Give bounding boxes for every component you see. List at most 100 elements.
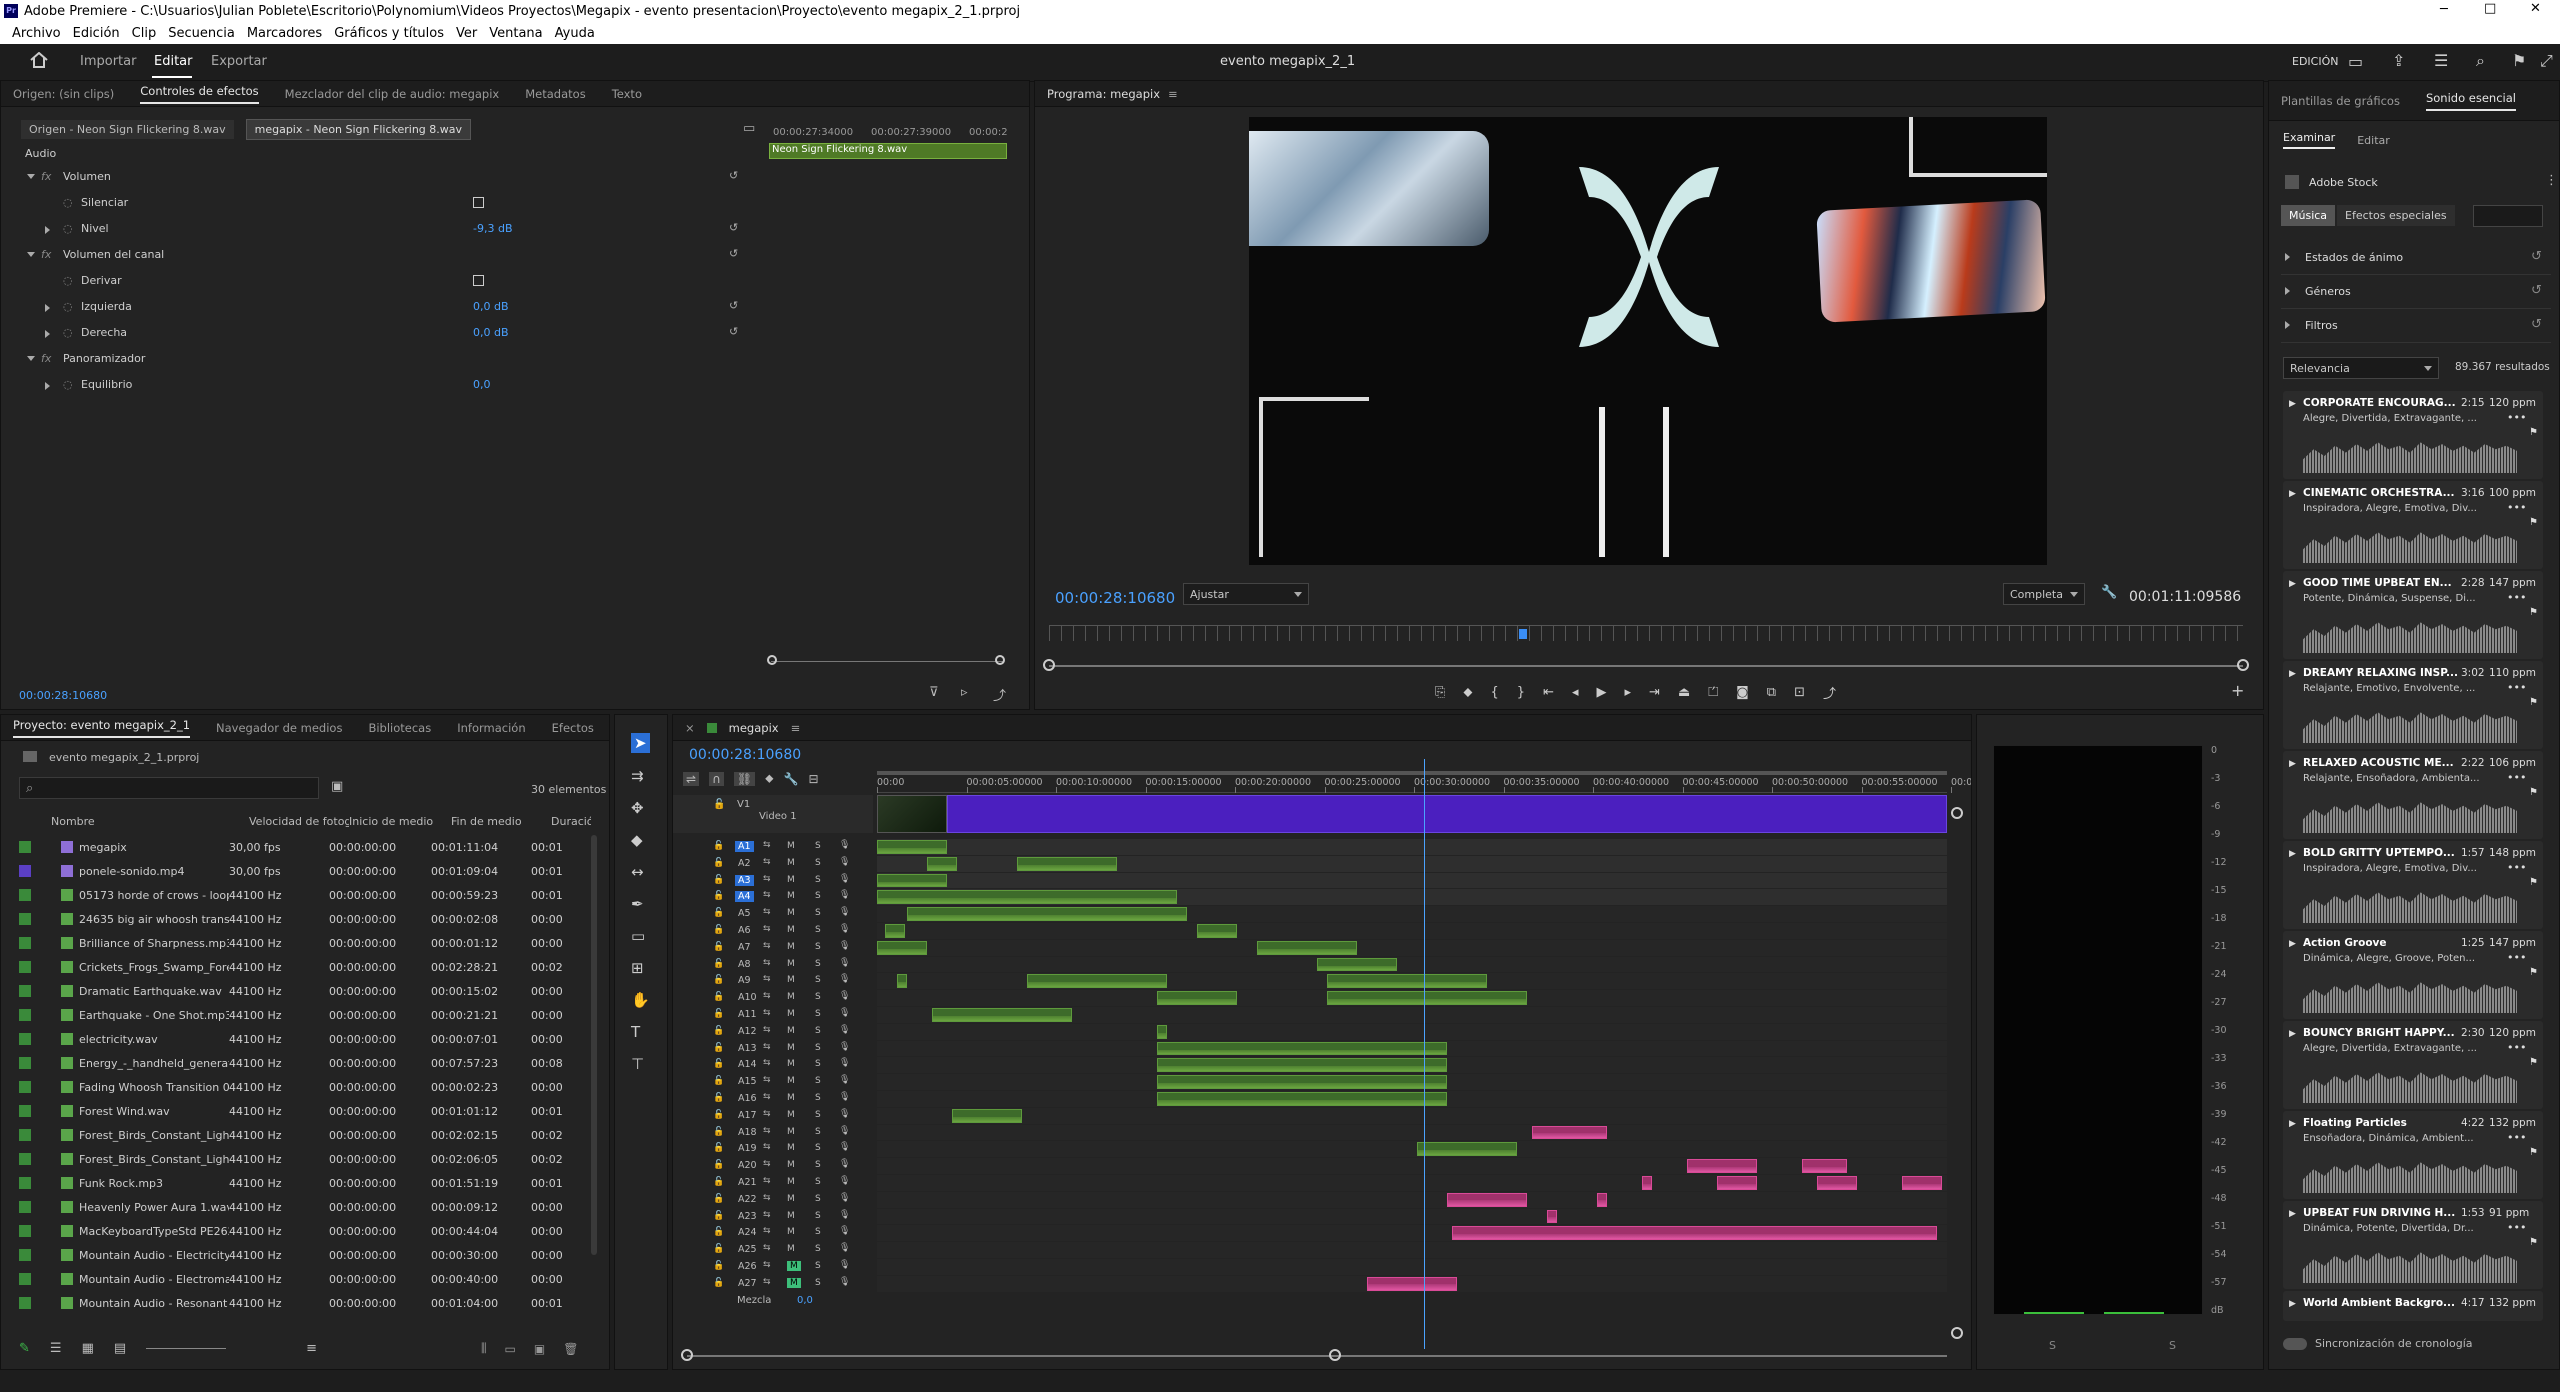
sequence-tab[interactable]: megapix [729,721,779,735]
tab-browse[interactable]: Examinar [2283,131,2336,149]
track-sync-icon[interactable]: ⇆ [763,1109,771,1119]
label-color-swatch[interactable] [19,1009,31,1021]
audio-clip[interactable] [1817,1176,1857,1190]
audio-track-header[interactable]: 🔓 A20 ⇆ M S 🎙 [673,1158,873,1174]
sound-more-icon[interactable]: ••• [2507,501,2526,514]
track-lane[interactable] [877,872,1947,889]
track-id[interactable]: A11 [735,1009,760,1020]
solo-button[interactable]: S [815,891,821,901]
track-lock-icon[interactable]: 🔓 [713,975,724,985]
track-lane[interactable] [877,956,1947,973]
sound-waveform[interactable] [2303,712,2517,743]
reset-icon[interactable]: ↺ [729,247,738,260]
scroll-handle-left[interactable] [767,655,777,665]
razor-tool-icon[interactable]: ◆ [631,831,650,849]
label-color-swatch[interactable] [19,1273,31,1285]
sound-result-card[interactable]: ▶ RELAXED ACOUSTIC ME... 2:22 106 ppm Relaja… [2283,751,2543,839]
video-frame[interactable] [1249,117,2047,565]
solo-button[interactable]: S [815,1076,821,1086]
fullscreen-icon[interactable]: ⤢ [2540,51,2553,71]
v1-clip[interactable] [947,795,1947,833]
program-timebar[interactable] [1049,625,2243,641]
track-lock-icon[interactable]: 🔓 [713,1177,724,1187]
audio-clip[interactable] [952,1108,1022,1123]
sound-more-icon[interactable]: ••• [2507,1221,2526,1234]
essential-tab-0[interactable]: Plantillas de gráficos [2281,94,2400,108]
audio-clip[interactable] [1717,1176,1757,1190]
ripple-edit-tool-icon[interactable]: ✥ [631,799,650,817]
track-lane[interactable] [877,1259,1947,1275]
track-lane[interactable] [877,1107,1947,1124]
track-id[interactable]: A9 [735,975,754,986]
wrench-icon[interactable]: 🔧 [2101,585,2117,600]
effect-value[interactable]: 0,0 dB [473,300,509,313]
microphone-icon[interactable]: 🎙 [839,941,850,951]
stopwatch-icon[interactable]: ◌ [63,222,73,235]
sound-waveform[interactable] [2303,802,2517,833]
audio-clip[interactable] [1447,1192,1527,1207]
clip-tab-source[interactable]: Origen - Neon Sign Flickering 8.wav [21,120,234,139]
label-color-swatch[interactable] [19,1177,31,1189]
favorite-icon[interactable]: ⚑ [2529,607,2538,618]
audio-clip[interactable] [1157,1092,1447,1106]
sound-waveform[interactable] [2303,892,2517,923]
menu-item-5[interactable]: Gráficos y títulos [328,26,450,41]
sound-result-card[interactable]: ▶ GOOD TIME UPBEAT EN... 2:28 147 ppm Potent… [2283,571,2543,659]
marker-in-icon[interactable]: ⎘ [1435,685,1445,700]
label-color-swatch[interactable] [19,1105,31,1117]
audio-clip[interactable] [1157,991,1237,1005]
audio-clip[interactable] [897,974,907,989]
track-id[interactable]: A6 [735,925,754,936]
solo-button[interactable]: S [815,1278,821,1288]
track-sync-icon[interactable]: ⇆ [763,941,771,951]
track-lock-icon[interactable]: 🔓 [713,992,724,1002]
audio-track-header[interactable]: 🔓 A8 ⇆ M S 🎙 [673,957,873,973]
solo-button[interactable]: S [815,1177,821,1187]
audio-track-header[interactable]: 🔓 A19 ⇆ M S 🎙 [673,1141,873,1157]
track-lock-icon[interactable]: 🔓 [713,858,724,868]
microphone-icon[interactable]: 🎙 [839,991,850,1001]
timeline-playhead[interactable] [1424,759,1425,1349]
step-back-icon[interactable]: ◂ [1572,685,1579,700]
audio-clip[interactable] [1367,1276,1457,1291]
play-preview-icon[interactable]: ▶ [2289,1209,2296,1219]
project-tab-0[interactable]: Proyecto: evento megapix_2_1 [13,718,191,738]
effects-tab-3[interactable]: Metadatos [525,87,585,101]
track-id[interactable]: A8 [735,959,754,970]
track-lock-icon[interactable]: 🔓 [713,1211,724,1221]
favorite-icon[interactable]: ⚑ [2529,1057,2538,1068]
lift-icon[interactable]: ⏏ [1678,685,1690,700]
mute-button[interactable]: M [787,1160,795,1170]
label-color-swatch[interactable] [19,889,31,901]
solo-button[interactable]: S [815,1110,821,1120]
expand-chevron-icon[interactable] [45,382,50,390]
audio-track-header[interactable]: 🔓 A9 ⇆ M S 🎙 [673,973,873,989]
sound-result-card[interactable]: ▶ UPBEAT FUN DRIVING H... 1:53 91 ppm Dinámi… [2283,1201,2543,1289]
reset-icon[interactable]: ↺ [2531,249,2542,264]
timeline-timecode[interactable]: 00:00:28:10680 [689,747,801,763]
audio-track-header[interactable]: 🔓 A27 ⇆ M S 🎙 [673,1276,873,1292]
effect-row[interactable]: ◌ Nivel -9,3 dB ↺ [19,217,759,243]
track-lane[interactable] [877,1141,1947,1158]
track-lock-icon[interactable]: 🔓 [713,1076,724,1086]
solo-button[interactable]: S [815,1244,821,1254]
sound-more-icon[interactable]: ••• [2507,591,2526,604]
mute-button[interactable]: M [787,858,795,868]
fit-select[interactable]: Ajustar [1183,583,1309,605]
new-item-icon[interactable]: ▣ [534,1342,545,1356]
microphone-icon[interactable]: 🎙 [839,890,850,900]
go-to-out-icon[interactable]: ⇥ [1649,685,1660,700]
microphone-icon[interactable]: 🎙 [839,1008,850,1018]
trash-icon[interactable]: 🗑 [563,1342,578,1356]
microphone-icon[interactable]: 🎙 [839,1226,850,1236]
expand-chevron-icon[interactable] [27,252,35,257]
track-sync-icon[interactable]: ⇆ [763,1058,771,1068]
solo-button[interactable]: S [815,1194,821,1204]
sound-filter-row[interactable]: Filtros ↺ [2281,309,2551,343]
microphone-icon[interactable]: 🎙 [839,1243,850,1253]
track-sync-icon[interactable]: ⇆ [763,1193,771,1203]
audio-clip[interactable] [1532,1125,1607,1140]
effects-tab-0[interactable]: Origen: (sin clips) [13,87,114,101]
solo-button[interactable]: S [815,858,821,868]
project-item-row[interactable]: electricity.wav 44100 Hz 00:00:00:00 00:00:… [19,1027,589,1051]
